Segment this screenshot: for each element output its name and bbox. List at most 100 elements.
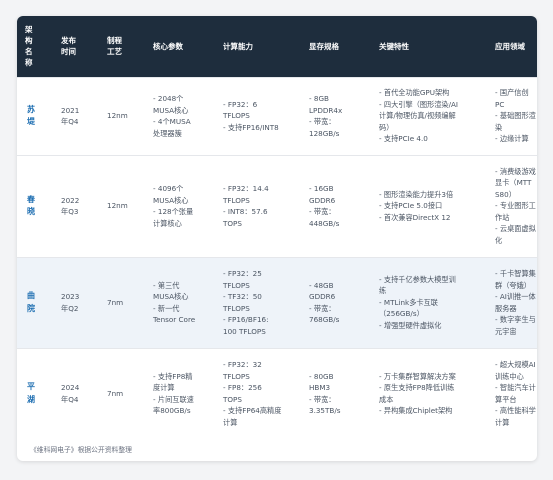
release-line: 年Q3 [61, 207, 79, 216]
feature-line: 码） [379, 122, 394, 132]
cell-apps: - 国产信创PC - 基础图形渲 染 - 边缘计算 [489, 76, 537, 155]
feature-line: - 首次兼容DirectX 12 [379, 212, 451, 222]
cell-core: - 2048个 MUSA核心 - 4个MUSA 处理器簇 [147, 76, 217, 155]
compute-line: TFLOPS [223, 195, 250, 205]
app-line: 训练中心 [495, 371, 524, 381]
feature-line: - 支持千亿参数大模型训 [379, 274, 456, 284]
architecture-table: 架 构 名 称 发布 时间 制程 工艺 核心参数 计算能力 显存规格 关键特性 … [17, 16, 537, 439]
compute-line: TOPS [223, 218, 242, 228]
cell-features: - 万卡集群智算解决方案 - 原生支持FP8降低训练 成本 - 异构集成Chip… [373, 347, 489, 439]
compute-line: TOPS [223, 394, 242, 404]
header-process-line: 工艺 [107, 47, 122, 57]
memory-line: - 带宽： [309, 117, 336, 126]
header-release-line: 发布 [61, 36, 76, 46]
header-name: 架 构 名 称 [17, 16, 55, 77]
memory-line: - 带宽： [309, 303, 336, 313]
app-line: 算平台 [495, 394, 517, 404]
release-line: 2024 [61, 383, 80, 393]
header-compute: 计算能力 [223, 41, 253, 51]
compute-line: - FP16/BF16: [223, 315, 269, 324]
compute-line: TFLOPS [223, 111, 250, 121]
memory-line: HBM3 [309, 383, 331, 393]
core-line: - 支持FP8精 [153, 371, 193, 381]
header-core: 核心参数 [153, 41, 183, 51]
core-line: - 片间互联速 [153, 394, 194, 404]
release-line: 年Q4 [61, 394, 79, 404]
app-line: 服务器 [495, 303, 517, 313]
cell-memory: - 80GB HBM3 - 带宽： 3.35TB/s [303, 347, 373, 439]
table-header-row: 架 构 名 称 发布 时间 制程 工艺 核心参数 计算能力 显存规格 关键特性 … [17, 16, 537, 77]
cell-arch-name: 苏 堤 [17, 76, 55, 155]
arch-name-line: 堤 [27, 117, 35, 126]
header-name-line: 架 [25, 25, 33, 35]
core-line: 处理器簇 [153, 128, 182, 138]
release-line: 2023 [61, 292, 80, 301]
core-line: 计算核心 [153, 218, 182, 228]
core-line: 度计算 [153, 383, 175, 393]
table-row: 平 湖 2024 年Q4 7nm - 支持FP8精 度计算 - 片间互联速 率8… [17, 347, 537, 439]
cell-apps: - 千卡智算集 群（夸娥） - AI训推一体 服务器 - 数字孪生与 元宇宙 [489, 256, 537, 348]
table-row: 春 晓 2022 年Q3 12nm - 4096个 MUSA核心 - 128个张… [17, 154, 537, 257]
architecture-table-card: 架 构 名 称 发布 时间 制程 工艺 核心参数 计算能力 显存规格 关键特性 … [17, 16, 537, 461]
arch-name-line: 苏 [27, 104, 35, 114]
cell-compute: - FP32：25 TFLOPS - TF32：50 TFLOPS - FP16… [217, 256, 303, 348]
memory-line: - 48GB [309, 280, 334, 290]
feature-line: - 图形渲染能力提升3倍 [379, 189, 454, 199]
memory-line: GDDR6 [309, 292, 336, 301]
app-line: 群（夸娥） [495, 280, 531, 290]
core-line: - 2048个 [153, 94, 184, 103]
core-line: MUSA核心 [153, 105, 189, 115]
cell-process: 7nm [101, 347, 147, 439]
core-line: MUSA核心 [153, 195, 189, 205]
core-line: MUSA核心 [153, 292, 189, 301]
memory-line: - 带宽： [309, 394, 336, 404]
cell-features: - 首代全功能GPU架构 - 四大引擎（图形渲染/AI 计算/物理仿真/视频编解… [373, 76, 489, 155]
core-line: 率800GB/s [153, 406, 191, 416]
release-line: 年Q2 [61, 303, 79, 313]
cell-apps: - 消费级游戏 显卡（MTT S80） - 专业图形工 作站 - 云桌面虚拟 化 [489, 154, 537, 257]
feature-line: - 万卡集群智算解决方案 [379, 371, 456, 381]
feature-line: - 四大引擎（图形渲染/AI [379, 99, 459, 109]
app-line: - 国产信创PC [495, 88, 529, 109]
cell-arch-name: 曲 院 [17, 256, 55, 348]
header-features: 关键特性 [379, 41, 409, 51]
release-line: 2022 [61, 195, 80, 205]
cell-core: - 支持FP8精 度计算 - 片间互联速 率800GB/s [147, 347, 217, 439]
cell-core: - 4096个 MUSA核心 - 128个张量 计算核心 [147, 154, 217, 257]
app-line: - 千卡智算集 [495, 269, 536, 278]
compute-line: TFLOPS [223, 371, 250, 381]
header-release: 发布 时间 [55, 16, 101, 77]
compute-line: - FP32：14.4 [223, 184, 269, 193]
release-line: 年Q4 [61, 117, 79, 126]
app-line: 计算 [495, 417, 510, 427]
app-line: - 超大规模AI [495, 360, 536, 370]
app-line: - 消费级游戏 [495, 166, 536, 176]
cell-compute: - FP32：14.4 TFLOPS - INT8：57.6 TOPS [217, 154, 303, 257]
cell-release: 2022 年Q3 [55, 154, 101, 257]
app-line: - AI训推一体 [495, 292, 536, 301]
core-line: - 128个张量 [153, 207, 194, 216]
header-name-line: 名 [25, 47, 33, 57]
cell-memory: - 8GB LPDDR4x - 带宽： 128GB/s [303, 76, 373, 155]
compute-line: - FP32：25 [223, 269, 262, 278]
app-line: 染 [495, 122, 503, 132]
header-name-line: 称 [25, 58, 33, 68]
cell-process: 12nm [101, 154, 147, 257]
app-line: - 基础图形渲 [495, 111, 536, 121]
source-note: 《维科网电子》根据公开资料整理 [30, 446, 132, 454]
arch-name-line: 院 [27, 303, 35, 313]
header-apps: 应用领域 [495, 41, 525, 51]
cell-memory: - 48GB GDDR6 - 带宽： 768GB/s [303, 256, 373, 348]
compute-line: - 支持FP64高精度 [223, 406, 282, 416]
cell-arch-name: 平 湖 [17, 347, 55, 439]
compute-line: - FP32：32 [223, 360, 262, 370]
arch-name-line: 平 [27, 382, 35, 392]
arch-name-line: 湖 [27, 394, 35, 404]
feature-line: - 原生支持FP8降低训练 [379, 383, 455, 393]
app-line: 显卡（MTT [495, 178, 532, 188]
header-name-line: 构 [25, 36, 33, 46]
header-memory: 显存规格 [309, 41, 339, 51]
app-line: 元宇宙 [495, 326, 517, 336]
core-line: - 4096个 [153, 184, 184, 193]
feature-line: - 支持PCIe 4.0 [379, 134, 428, 144]
